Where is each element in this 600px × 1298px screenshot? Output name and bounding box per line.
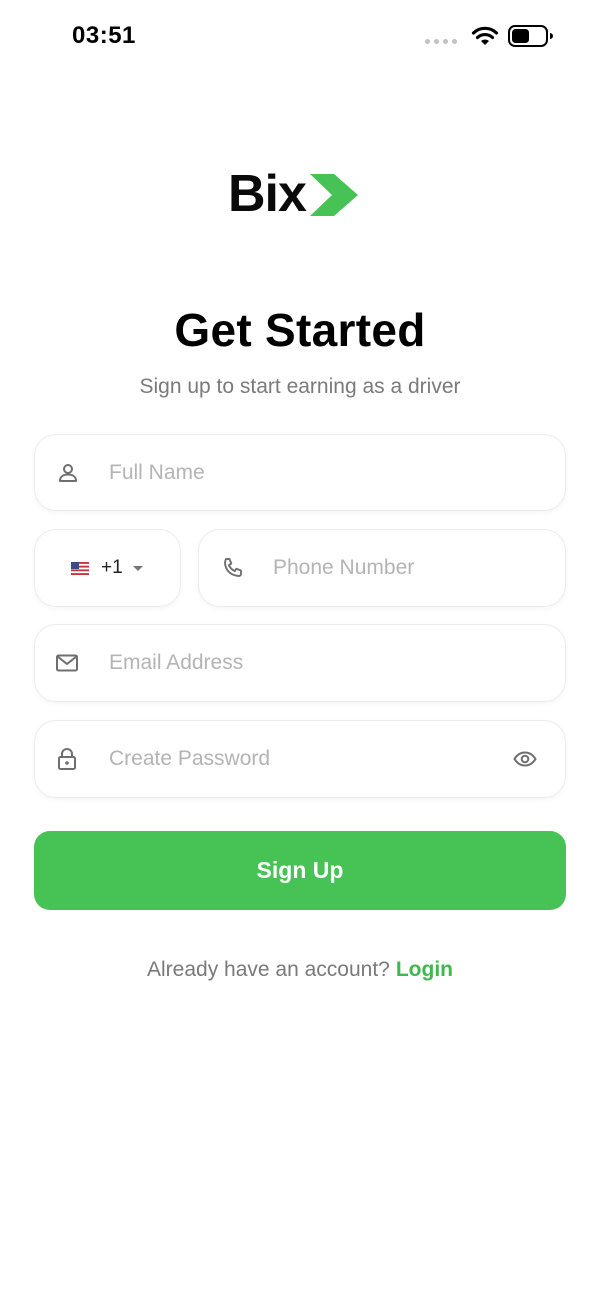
status-bar: 03:51	[0, 0, 600, 72]
brand-name: Bix	[228, 165, 307, 223]
person-icon	[59, 463, 77, 482]
country-code-selector[interactable]: +1	[34, 529, 181, 607]
country-code: +1	[101, 557, 123, 578]
us-flag-icon	[71, 561, 89, 575]
email-field[interactable]	[34, 624, 566, 702]
chevron-down-icon	[132, 565, 143, 571]
page-subtitle: Sign up to start earning as a driver	[139, 375, 461, 398]
login-prompt: Already have an account? Login	[0, 958, 600, 982]
phone-icon	[224, 558, 242, 577]
lock-icon	[58, 748, 76, 770]
full-name-field[interactable]	[34, 434, 566, 511]
sign-up-button[interactable]: Sign Up	[34, 831, 566, 910]
wifi-icon	[471, 26, 499, 45]
eye-icon[interactable]	[513, 751, 537, 767]
cellular-signal-icon	[425, 38, 457, 44]
brand-logo: Bix	[228, 168, 360, 220]
page-title: Get Started	[174, 304, 426, 356]
mail-icon	[56, 654, 78, 672]
chevron-right-icon	[309, 174, 358, 216]
email-input[interactable]	[109, 625, 539, 701]
status-time: 03:51	[72, 22, 136, 49]
password-field[interactable]	[34, 720, 566, 798]
full-name-input[interactable]	[109, 435, 539, 510]
phone-number-input[interactable]	[273, 530, 543, 606]
status-indicators	[425, 24, 554, 48]
login-link[interactable]: Login	[396, 958, 453, 981]
password-input[interactable]	[109, 721, 489, 797]
login-prompt-text: Already have an account?	[147, 958, 390, 981]
phone-number-field[interactable]	[198, 529, 566, 607]
battery-icon	[508, 25, 553, 47]
